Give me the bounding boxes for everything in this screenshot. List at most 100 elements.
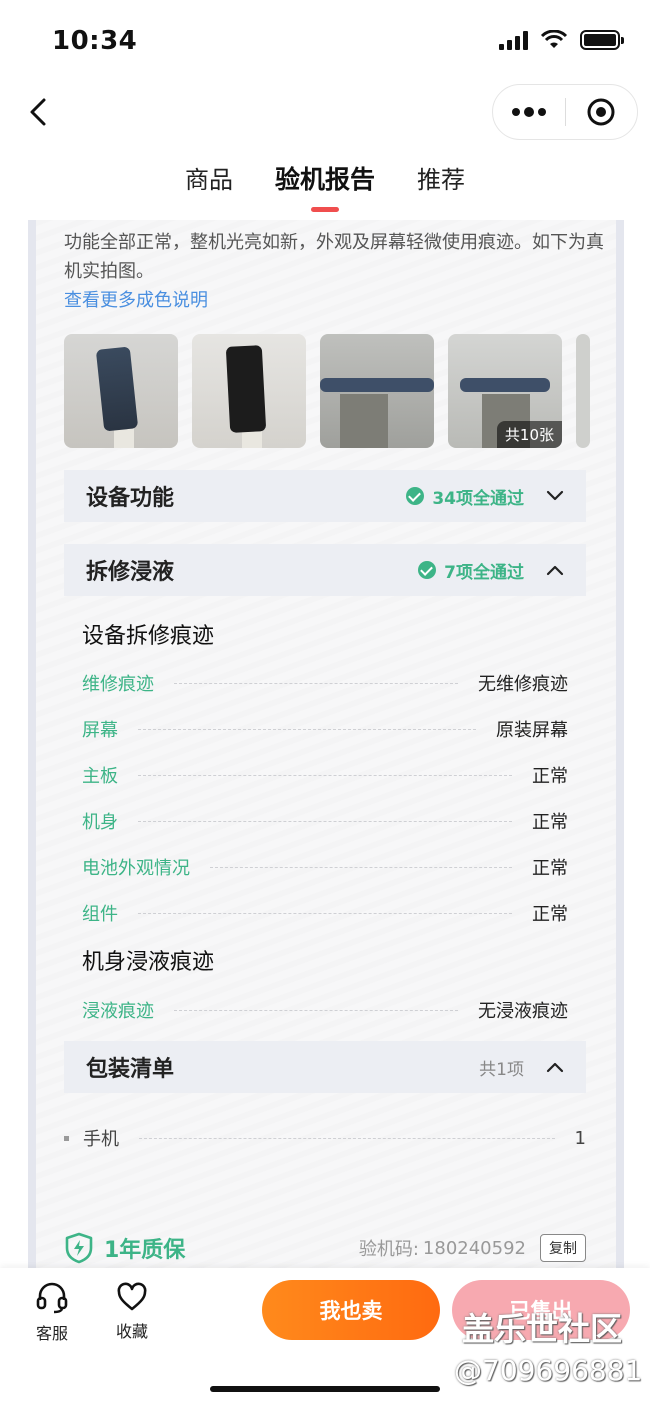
cellular-signal-icon bbox=[499, 30, 528, 50]
package-count: 共1项 bbox=[479, 1059, 524, 1080]
check-row: 维修痕迹 无维修痕迹 bbox=[82, 668, 568, 698]
check-row: 屏幕 原装屏幕 bbox=[82, 714, 568, 744]
device-photo[interactable] bbox=[320, 334, 434, 448]
check-label: 屏幕 bbox=[82, 720, 118, 741]
more-condition-link[interactable]: 查看更多成色说明 bbox=[64, 286, 208, 312]
leader-dots bbox=[210, 866, 512, 868]
package-item-qty: 1 bbox=[574, 1127, 586, 1149]
chevron-up-icon bbox=[546, 1062, 564, 1073]
check-value: 正常 bbox=[532, 858, 568, 879]
back-button[interactable] bbox=[22, 92, 62, 132]
customer-service-button[interactable]: 客服 bbox=[22, 1282, 82, 1344]
leader-dots bbox=[138, 774, 512, 776]
warranty-title: 1年质保 bbox=[104, 1238, 186, 1263]
tab-product[interactable]: 商品 bbox=[185, 160, 233, 220]
photo-phone bbox=[225, 345, 267, 433]
device-photo[interactable] bbox=[576, 334, 590, 448]
check-row: 主板 正常 bbox=[82, 760, 568, 790]
bullet bbox=[64, 1135, 69, 1141]
watermark-community: 盖乐世社区 bbox=[462, 1310, 623, 1348]
check-label: 主板 bbox=[82, 766, 118, 787]
condition-description: 功能全部正常，整机光亮如新，外观及屏幕轻微使用痕迹。如下为真机实拍图。 bbox=[64, 232, 604, 282]
tab-bar: 商品 验机报告 推荐 bbox=[0, 160, 650, 220]
photo-stand bbox=[340, 394, 388, 448]
photo-strip[interactable]: 共10张 bbox=[64, 334, 616, 450]
favorite-button[interactable]: 收藏 bbox=[102, 1282, 162, 1342]
check-value: 无维修痕迹 bbox=[478, 674, 568, 695]
check-value: 无浸液痕迹 bbox=[478, 1001, 568, 1022]
chevron-up-icon bbox=[546, 565, 564, 576]
warranty-row: 1年质保 验机码: 180240592 复制 bbox=[64, 1228, 586, 1268]
nav-bar bbox=[0, 84, 650, 144]
check-label: 组件 bbox=[82, 904, 118, 925]
device-photo[interactable]: 共10张 bbox=[448, 334, 562, 448]
inspection-code: 180240592 bbox=[422, 1237, 526, 1259]
photo-phone bbox=[320, 378, 434, 392]
check-value: 正常 bbox=[532, 766, 568, 787]
check-label: 维修痕迹 bbox=[82, 674, 154, 695]
check-label: 浸液痕迹 bbox=[82, 1001, 154, 1022]
group-title-liquid: 机身浸液痕迹 bbox=[82, 950, 215, 975]
check-value: 原装屏幕 bbox=[496, 720, 568, 741]
leader-dots bbox=[138, 728, 476, 730]
section-package-list[interactable]: 包装清单 共1项 bbox=[64, 1041, 586, 1093]
section-title: 拆修浸液 bbox=[86, 560, 175, 585]
section-title: 设备功能 bbox=[86, 486, 175, 511]
device-photo[interactable] bbox=[192, 334, 306, 448]
leader-dots bbox=[174, 1009, 458, 1011]
pass-status: 7项全通过 bbox=[418, 558, 524, 583]
leader-dots bbox=[174, 682, 458, 684]
section-device-function[interactable]: 设备功能 34项全通过 bbox=[64, 470, 586, 522]
customer-service-label: 客服 bbox=[35, 1324, 68, 1343]
leader-dots bbox=[139, 1137, 555, 1139]
sell-too-button[interactable]: 我也卖 bbox=[262, 1280, 440, 1340]
inspection-code-label: 验机码: bbox=[358, 1239, 419, 1260]
check-row: 机身 正常 bbox=[82, 806, 568, 836]
headset-icon bbox=[36, 1282, 68, 1314]
copy-code-button[interactable]: 复制 bbox=[540, 1234, 586, 1262]
home-indicator bbox=[210, 1386, 440, 1392]
inspection-report-card: 功能全部正常，整机光亮如新，外观及屏幕轻微使用痕迹。如下为真机实拍图。 查看更多… bbox=[28, 220, 624, 1270]
check-value: 正常 bbox=[532, 904, 568, 925]
package-item-name: 手机 bbox=[83, 1129, 119, 1150]
more-dots-icon bbox=[511, 107, 546, 117]
status-icons bbox=[499, 30, 624, 50]
status-bar: 10:34 bbox=[0, 0, 650, 84]
battery-icon bbox=[580, 30, 624, 50]
pass-status: 34项全通过 bbox=[406, 484, 524, 509]
mini-program-capsule bbox=[492, 84, 638, 140]
package-item: 手机 1 bbox=[64, 1123, 586, 1153]
check-row: 浸液痕迹 无浸液痕迹 bbox=[82, 995, 568, 1025]
wifi-icon bbox=[540, 30, 568, 48]
favorite-label: 收藏 bbox=[115, 1322, 148, 1341]
photo-phone bbox=[95, 346, 139, 432]
watermark-user-id: @709696881 bbox=[454, 1354, 643, 1387]
tab-inspection-report[interactable]: 验机报告 bbox=[275, 160, 375, 212]
photo-phone bbox=[460, 378, 550, 392]
group-title-repair: 设备拆修痕迹 bbox=[82, 624, 215, 649]
check-label: 电池外观情况 bbox=[82, 858, 190, 879]
check-row: 组件 正常 bbox=[82, 898, 568, 928]
shield-bolt-icon bbox=[65, 1232, 93, 1264]
pass-text: 34项全通过 bbox=[432, 488, 524, 509]
chevron-down-icon bbox=[546, 490, 564, 501]
status-time: 10:34 bbox=[52, 26, 138, 56]
check-label: 机身 bbox=[82, 812, 118, 833]
check-circle-icon bbox=[418, 561, 437, 579]
photo-count-badge: 共10张 bbox=[496, 421, 562, 448]
leader-dots bbox=[138, 820, 512, 822]
bottom-action-bar: 客服 收藏 我也卖 已售出 盖乐世社区 @709696881 bbox=[0, 1268, 650, 1407]
check-value: 正常 bbox=[532, 812, 568, 833]
more-menu-button[interactable] bbox=[493, 85, 565, 139]
tab-recommend[interactable]: 推荐 bbox=[417, 160, 465, 220]
check-circle-icon bbox=[406, 487, 425, 505]
section-title: 包装清单 bbox=[86, 1057, 175, 1082]
section-repair-liquid[interactable]: 拆修浸液 7项全通过 bbox=[64, 544, 586, 596]
heart-icon bbox=[117, 1282, 147, 1311]
close-mini-program-button[interactable] bbox=[566, 85, 638, 139]
target-icon bbox=[587, 98, 615, 126]
chevron-left-icon bbox=[30, 98, 46, 126]
device-photo[interactable] bbox=[64, 334, 178, 448]
check-row: 电池外观情况 正常 bbox=[82, 852, 568, 882]
pass-text: 7项全通过 bbox=[444, 562, 524, 583]
